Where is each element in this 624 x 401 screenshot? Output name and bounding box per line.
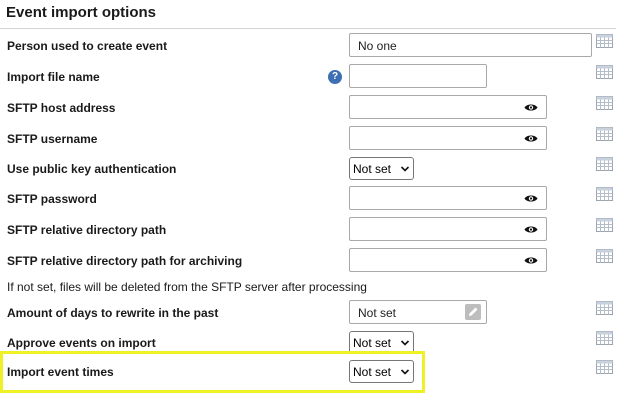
table-grid-icon[interactable]: [596, 127, 613, 141]
table-grid-icon[interactable]: [596, 187, 613, 201]
field-label: SFTP relative directory path: [7, 223, 167, 237]
chevron-down-icon: [400, 340, 410, 346]
eye-icon[interactable]: [524, 225, 538, 234]
table-grid-icon[interactable]: [596, 301, 613, 315]
import-file-name-input[interactable]: [349, 64, 487, 88]
highlight-box: [0, 351, 425, 393]
table-grid-icon[interactable]: [596, 65, 613, 79]
field-label: SFTP host address: [7, 101, 116, 115]
row-amount-of-days-to-rewrite: Amount of days to rewrite in the past No…: [0, 298, 624, 328]
field-label: Import file name: [7, 70, 100, 84]
sftp-username-input[interactable]: [349, 126, 547, 150]
chevron-down-icon: [400, 166, 410, 172]
field-label: Amount of days to rewrite in the past: [7, 306, 219, 320]
eye-icon[interactable]: [524, 256, 538, 265]
field-label: SFTP relative directory path for archivi…: [7, 254, 243, 268]
row-sftp-relative-directory-path: SFTP relative directory path: [0, 215, 624, 245]
pencil-icon[interactable]: [465, 304, 481, 320]
table-grid-icon[interactable]: [596, 331, 613, 345]
row-sftp-username: SFTP username: [0, 124, 624, 154]
table-grid-icon[interactable]: [596, 96, 613, 110]
row-sftp-archive-directory-path: SFTP relative directory path for archivi…: [0, 246, 624, 276]
field-label: SFTP password: [7, 192, 97, 206]
person-picker-field[interactable]: No one: [349, 33, 592, 57]
row-person-used-to-create-event: Person used to create event No one: [0, 31, 624, 61]
field-label: Use public key authentication: [7, 162, 177, 176]
field-value: No one: [358, 39, 397, 53]
eye-icon[interactable]: [524, 194, 538, 203]
table-grid-icon[interactable]: [596, 218, 613, 232]
field-label: SFTP username: [7, 132, 98, 146]
field-label: Person used to create event: [7, 39, 168, 53]
sftp-archive-path-input[interactable]: [349, 248, 547, 272]
eye-icon[interactable]: [524, 103, 538, 112]
table-grid-icon[interactable]: [596, 360, 613, 374]
public-key-auth-select[interactable]: Not set: [349, 157, 414, 180]
select-value: Not set: [353, 162, 392, 176]
sftp-directory-path-input[interactable]: [349, 217, 547, 241]
field-label: Approve events on import: [7, 336, 156, 350]
row-import-file-name: Import file name ?: [0, 62, 624, 92]
section-title: Event import options: [6, 4, 156, 21]
archive-help-text: If not set, files will be deleted from t…: [7, 280, 367, 294]
row-use-public-key-authentication: Use public key authentication Not set: [0, 154, 624, 184]
row-sftp-password: SFTP password: [0, 184, 624, 214]
question-circle-icon[interactable]: ?: [328, 70, 342, 84]
days-to-rewrite-field[interactable]: Not set: [349, 300, 487, 324]
select-value: Not set: [353, 336, 392, 350]
eye-icon[interactable]: [524, 134, 538, 143]
sftp-password-input[interactable]: [349, 186, 547, 210]
table-grid-icon[interactable]: [596, 157, 613, 171]
section-divider: [0, 28, 616, 29]
row-sftp-host-address: SFTP host address: [0, 93, 624, 123]
table-grid-icon[interactable]: [596, 249, 613, 263]
table-grid-icon[interactable]: [596, 34, 613, 48]
field-value: Not set: [358, 306, 397, 320]
sftp-host-address-input[interactable]: [349, 95, 547, 119]
